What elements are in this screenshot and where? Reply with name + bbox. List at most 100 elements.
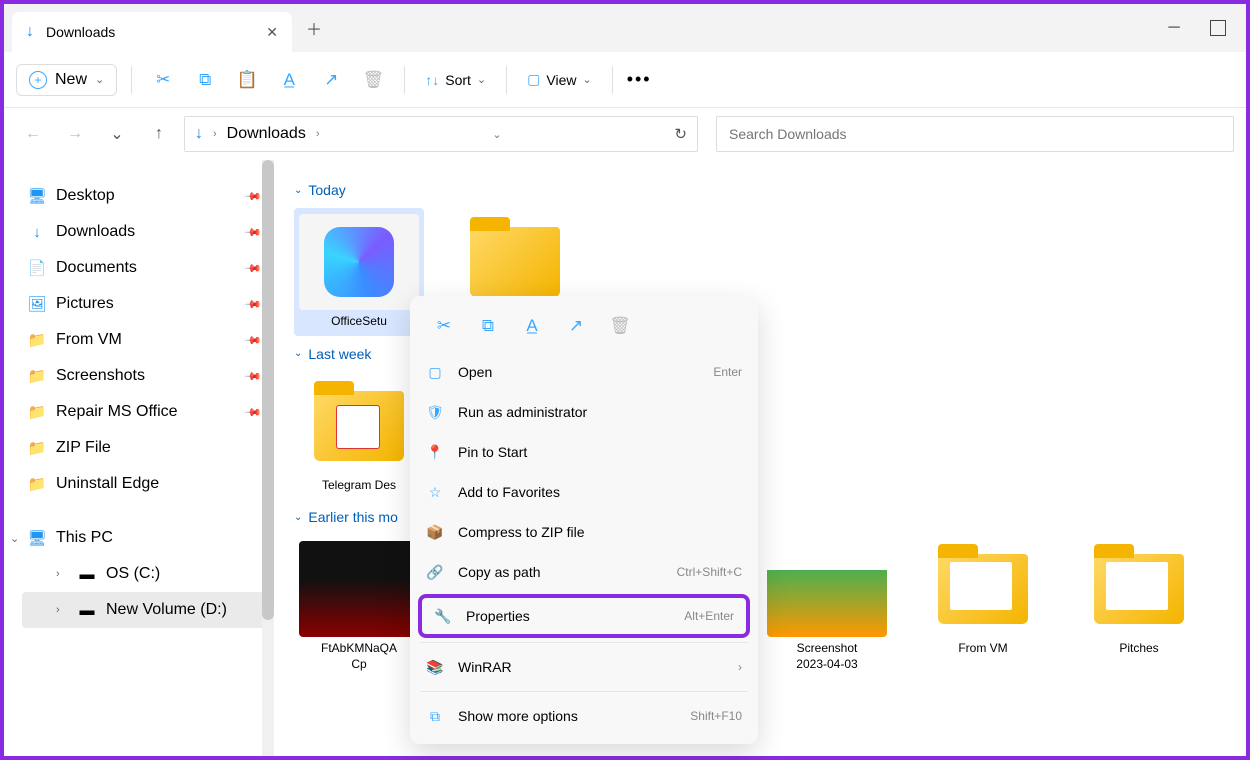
copy-icon[interactable]: ⧉ <box>468 310 508 342</box>
paste-icon[interactable]: 📋 <box>230 63 264 97</box>
search-box[interactable] <box>716 116 1234 152</box>
back-button[interactable]: ← <box>16 117 50 151</box>
new-button[interactable]: + New ⌄ <box>16 64 117 96</box>
ctx-winrar[interactable]: 📚WinRAR› <box>410 647 758 687</box>
pin-icon[interactable]: 📌 <box>244 259 263 278</box>
rename-icon[interactable]: A̲ <box>512 310 552 342</box>
ctx-favorites[interactable]: ☆Add to Favorites <box>410 472 758 512</box>
sidebar-item-desktop[interactable]: 🖥Desktop📌 <box>22 178 266 214</box>
share-icon[interactable]: ↗ <box>556 310 596 342</box>
separator <box>131 66 132 94</box>
context-menu: ✂ ⧉ A̲ ↗ 🗑 ▢OpenEnter 🛡Run as administra… <box>410 296 758 744</box>
folder-pitches[interactable]: Pitches <box>1074 535 1204 678</box>
ctx-runadmin[interactable]: 🛡Run as administrator <box>410 392 758 432</box>
more-options-button[interactable]: ••• <box>627 69 652 90</box>
download-icon: ↓ <box>26 23 34 41</box>
sidebar-item-drive-c[interactable]: ›▬OS (C:) <box>22 556 266 592</box>
sidebar-item-documents[interactable]: 📄Documents📌 <box>22 250 266 286</box>
chevron-right-icon[interactable]: › <box>56 568 68 580</box>
sidebar-item-drive-d[interactable]: ›▬New Volume (D:) <box>22 592 266 628</box>
chevron-down-icon[interactable]: ⌄ <box>492 128 501 141</box>
address-bar[interactable]: ↓ › Downloads › ⌄ ↻ <box>184 116 698 152</box>
ctx-copypath[interactable]: 🔗Copy as pathCtrl+Shift+C <box>410 552 758 592</box>
sidebar-item-zip[interactable]: 📁ZIP File <box>22 430 266 466</box>
pin-icon[interactable]: 📌 <box>244 403 263 422</box>
chevron-down-icon[interactable]: ⌄ <box>10 532 19 545</box>
refresh-button[interactable]: ↻ <box>674 125 687 143</box>
tab-downloads[interactable]: ↓ Downloads ✕ <box>12 12 292 52</box>
document-icon: 📄 <box>28 259 46 277</box>
chevron-down-icon: ⌄ <box>294 512 302 523</box>
chevron-right-icon[interactable]: › <box>56 604 68 616</box>
chevron-down-icon: ⌄ <box>582 73 591 86</box>
chevron-right-icon: › <box>316 128 320 140</box>
recent-button[interactable]: ⌄ <box>100 117 134 151</box>
copy-icon[interactable]: ⧉ <box>188 63 222 97</box>
pin-icon[interactable]: 📌 <box>244 367 263 386</box>
folder-icon: 📁 <box>28 367 46 385</box>
chevron-down-icon: ⌄ <box>294 348 302 359</box>
cut-icon[interactable]: ✂ <box>424 310 464 342</box>
share-icon[interactable]: ↗ <box>314 63 348 97</box>
separator <box>404 66 405 94</box>
winrar-icon: 📚 <box>426 658 444 676</box>
folder-telegram[interactable]: Telegram Des <box>294 372 424 500</box>
scroll-thumb[interactable] <box>262 160 274 620</box>
pin-icon[interactable]: 📌 <box>244 223 263 242</box>
drive-icon: ▬ <box>78 565 96 583</box>
folder-icon <box>1094 554 1184 624</box>
image-thumbnail <box>767 541 887 637</box>
folder-icon: 📁 <box>28 475 46 493</box>
sidebar-item-uninstall[interactable]: 📁Uninstall Edge <box>22 466 266 502</box>
scrollbar[interactable] <box>262 160 274 756</box>
sidebar-item-repair[interactable]: 📁Repair MS Office📌 <box>22 394 266 430</box>
file-ftab[interactable]: FtAbKMNaQA Cp <box>294 535 424 678</box>
ctx-properties[interactable]: 🔧PropertiesAlt+Enter <box>418 594 750 638</box>
ctx-more[interactable]: ⧉Show more optionsShift+F10 <box>410 696 758 736</box>
sidebar-item-pictures[interactable]: 🖼Pictures📌 <box>22 286 266 322</box>
pc-icon: 🖥 <box>28 529 46 547</box>
pin-icon[interactable]: 📌 <box>244 331 263 350</box>
folder-icon <box>470 227 560 297</box>
view-button[interactable]: ▢ View ⌄ <box>521 71 598 88</box>
up-button[interactable]: ↑ <box>142 117 176 151</box>
sort-button[interactable]: ↑↓ Sort ⌄ <box>419 72 492 88</box>
drive-icon: ▬ <box>78 601 96 619</box>
view-icon: ▢ <box>527 71 540 88</box>
search-input[interactable] <box>729 126 1221 142</box>
download-icon: ↓ <box>28 223 46 241</box>
cut-icon[interactable]: ✂ <box>146 63 180 97</box>
delete-icon[interactable]: 🗑 <box>356 63 390 97</box>
separator <box>420 691 748 692</box>
sidebar-item-fromvm[interactable]: 📁From VM📌 <box>22 322 266 358</box>
delete-icon[interactable]: 🗑 <box>600 310 640 342</box>
sidebar-item-downloads[interactable]: ↓Downloads📌 <box>22 214 266 250</box>
rename-icon[interactable]: A̲ <box>272 63 306 97</box>
sidebar-item-thispc[interactable]: ⌄🖥This PC <box>22 520 266 556</box>
address-path[interactable]: Downloads <box>227 125 306 143</box>
star-icon: ☆ <box>426 483 444 501</box>
chevron-down-icon: ⌄ <box>477 73 486 86</box>
close-tab-button[interactable]: ✕ <box>266 24 278 41</box>
download-icon: ↓ <box>195 125 203 143</box>
chevron-right-icon: › <box>213 128 217 140</box>
file-screenshot[interactable]: Screenshot 2023-04-03 <box>762 535 892 678</box>
picture-icon: 🖼 <box>28 295 46 313</box>
separator <box>420 642 748 643</box>
folder-fromvm[interactable]: From VM <box>918 535 1048 678</box>
pin-icon[interactable]: 📌 <box>244 187 263 206</box>
forward-button[interactable]: → <box>58 117 92 151</box>
maximize-button[interactable] <box>1210 20 1226 36</box>
sidebar: 🖥Desktop📌 ↓Downloads📌 📄Documents📌 🖼Pictu… <box>4 160 274 756</box>
sidebar-item-screenshots[interactable]: 📁Screenshots📌 <box>22 358 266 394</box>
new-tab-button[interactable]: ＋ <box>306 16 322 40</box>
separator <box>612 66 613 94</box>
file-officesetup[interactable]: OfficeSetu <box>294 208 424 336</box>
ctx-open[interactable]: ▢OpenEnter <box>410 352 758 392</box>
ctx-pin[interactable]: 📍Pin to Start <box>410 432 758 472</box>
group-today[interactable]: ⌄Today <box>294 182 1226 198</box>
ctx-zip[interactable]: 📦Compress to ZIP file <box>410 512 758 552</box>
pin-icon[interactable]: 📌 <box>244 295 263 314</box>
chevron-down-icon: ⌄ <box>95 73 104 86</box>
minimize-button[interactable]: ─ <box>1166 20 1182 36</box>
